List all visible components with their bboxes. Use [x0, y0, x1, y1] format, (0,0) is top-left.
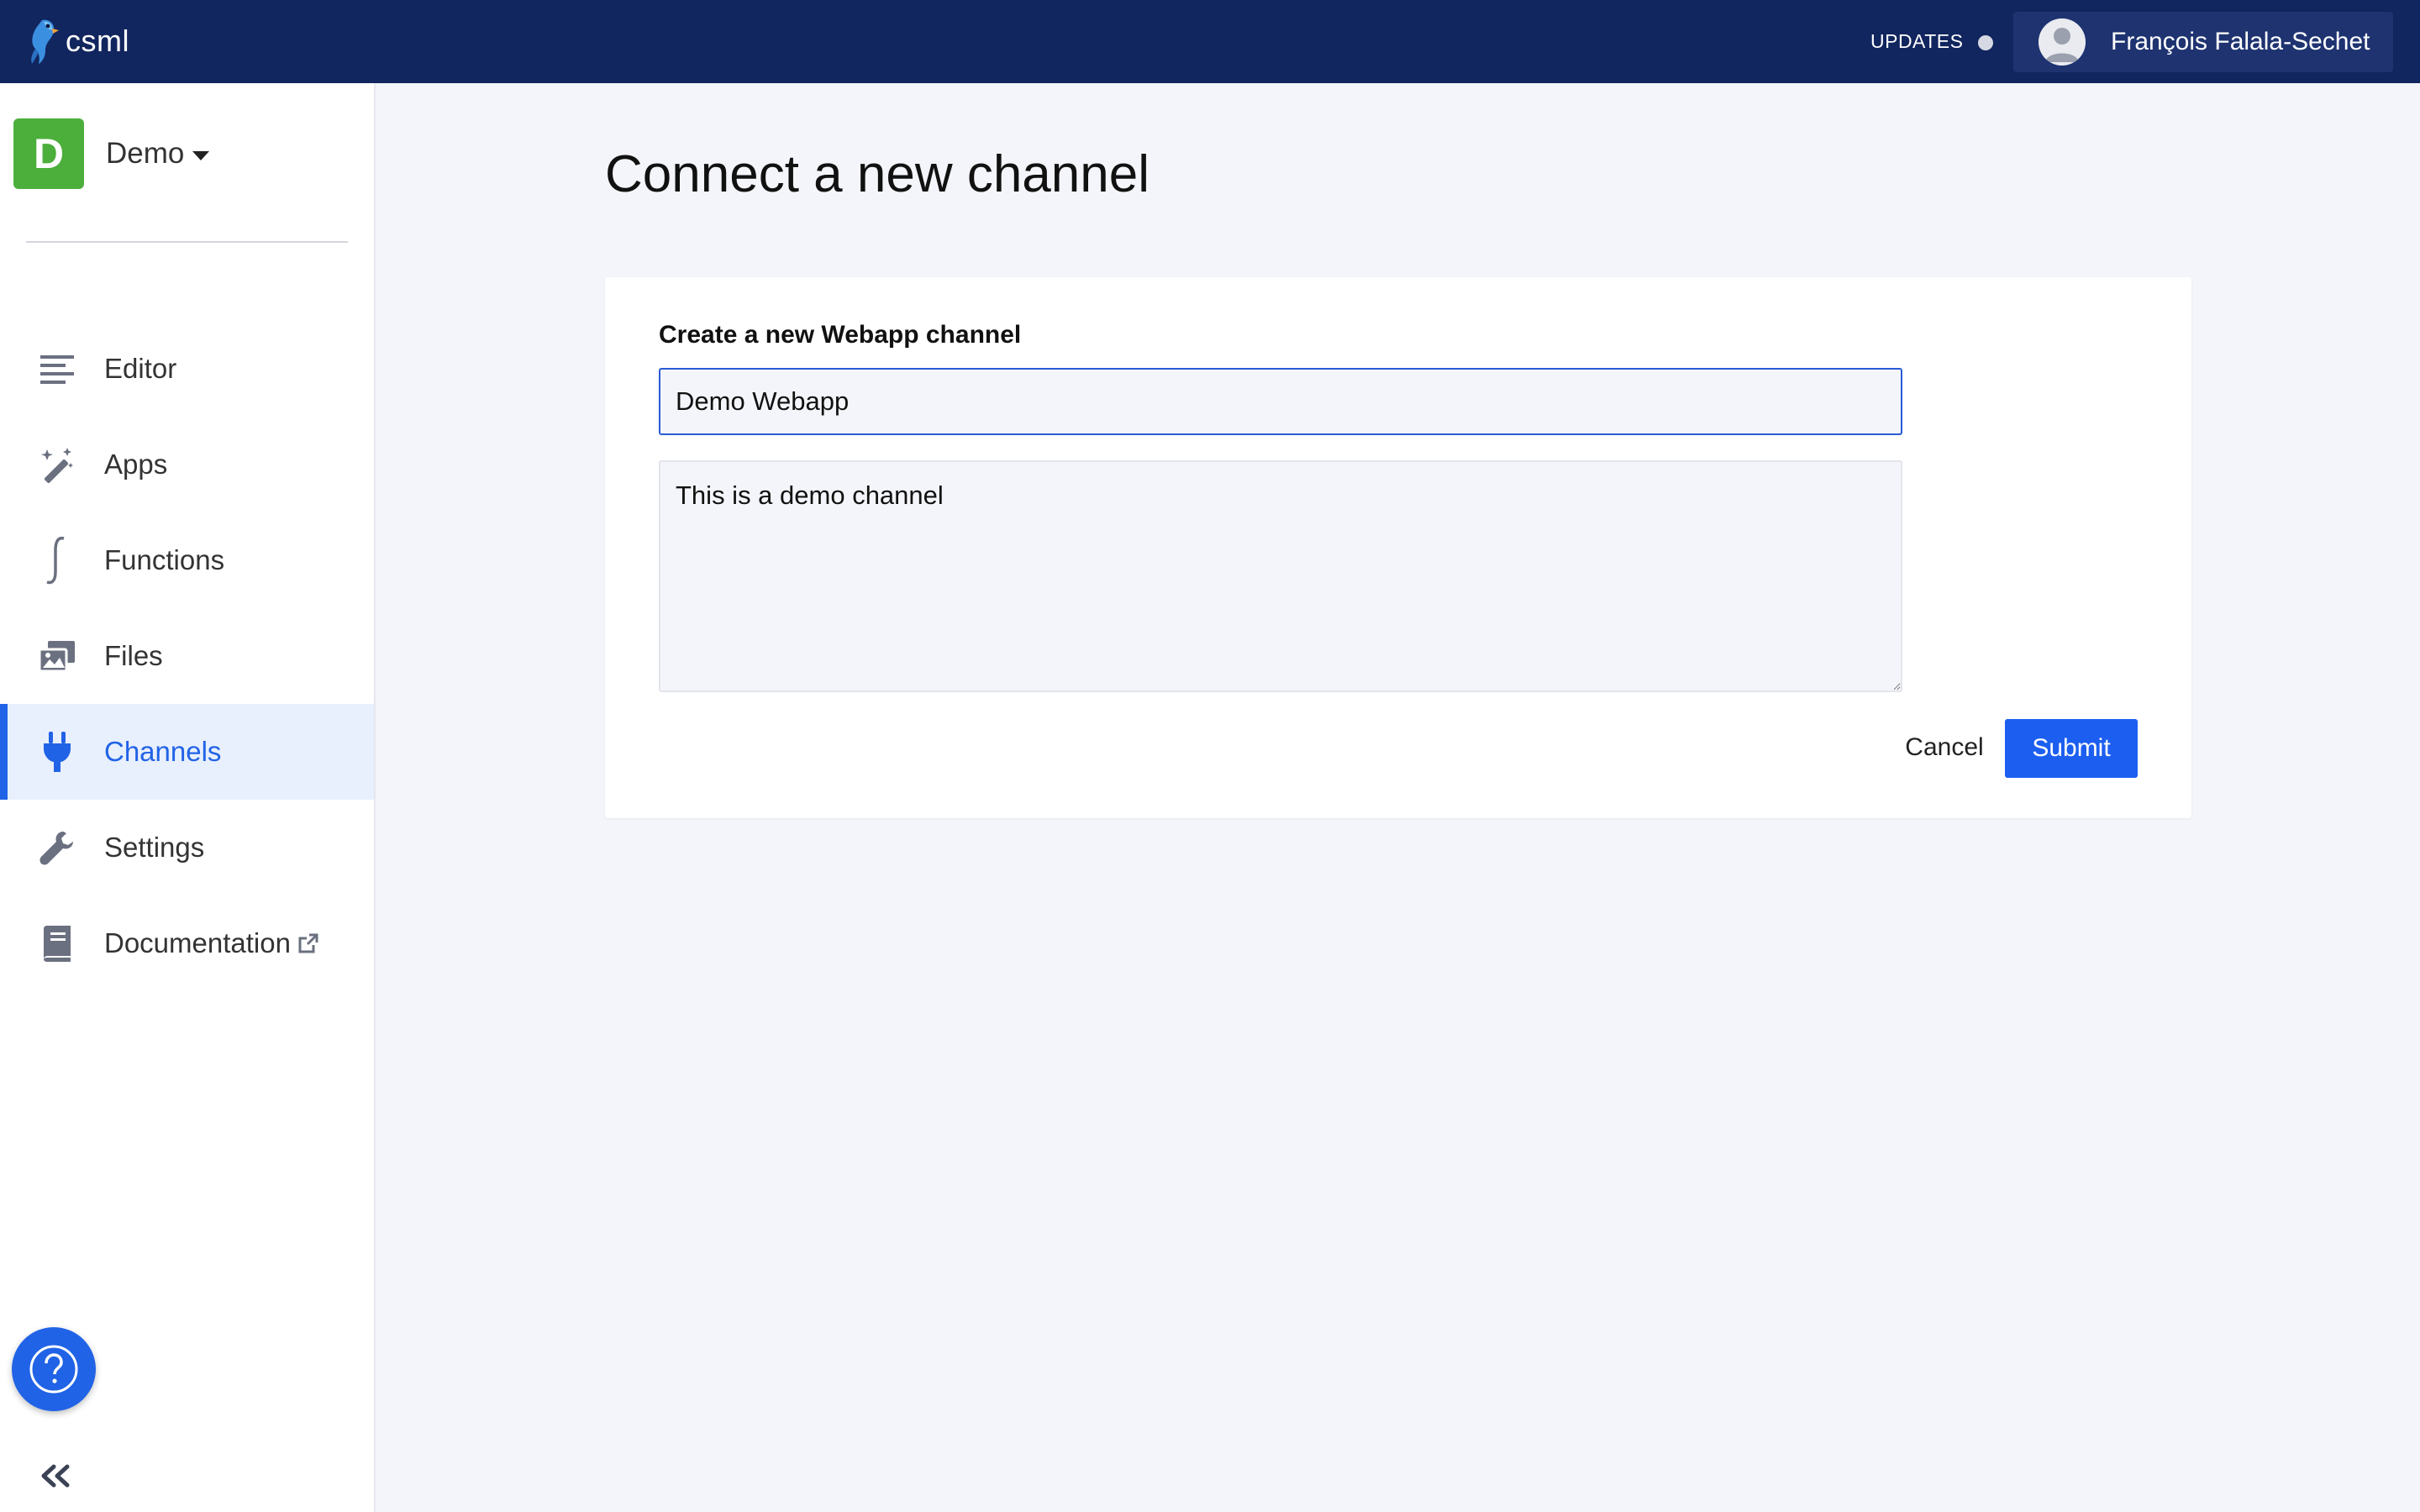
- project-badge: D: [13, 118, 84, 189]
- caret-down-icon: [192, 150, 210, 160]
- user-name: François Falala-Sechet: [2111, 28, 2370, 55]
- new-channel-form-card: Create a new Webapp channel This is a de…: [605, 277, 2191, 818]
- brand-logo-link[interactable]: csml: [24, 17, 129, 66]
- sidebar-divider: [26, 241, 348, 243]
- avatar: [2039, 18, 2086, 66]
- sidebar-item-label: Files: [104, 640, 163, 671]
- sidebar-item-label: Apps: [104, 449, 168, 480]
- project-switcher[interactable]: D Demo: [13, 118, 210, 189]
- sidebar-item-label: Functions: [104, 544, 225, 575]
- editor-lines-icon: [35, 347, 79, 391]
- files-icon: [35, 634, 79, 678]
- page-title: Connect a new channel: [605, 145, 1150, 203]
- updates-link[interactable]: UPDATES: [1870, 30, 1963, 53]
- sidebar-item-label: Documentation: [104, 927, 291, 958]
- sidebar-item-apps[interactable]: Apps: [0, 417, 374, 512]
- sidebar-item-documentation[interactable]: Documentation: [0, 895, 374, 991]
- wrench-icon: [35, 826, 79, 869]
- project-name: Demo: [106, 137, 185, 170]
- user-menu-button[interactable]: François Falala-Sechet: [2013, 12, 2393, 72]
- external-link-icon: [297, 932, 319, 954]
- brand-name: csml: [66, 24, 129, 58]
- sidebar: D Demo Editor Apps Functions Files Chann…: [0, 83, 376, 1512]
- sidebar-item-label: Settings: [104, 832, 205, 863]
- magic-wand-icon: [35, 443, 79, 486]
- help-button[interactable]: [12, 1327, 96, 1411]
- sidebar-item-channels[interactable]: Channels: [0, 704, 374, 800]
- sidebar-item-files[interactable]: Files: [0, 608, 374, 704]
- chevrons-left-icon: [41, 1464, 70, 1488]
- sidebar-nav: Editor Apps Functions Files Channels Set…: [0, 321, 374, 991]
- channel-description-textarea[interactable]: This is a demo channel: [659, 460, 1902, 692]
- cancel-button[interactable]: Cancel: [1894, 719, 1995, 776]
- book-icon: [35, 921, 79, 965]
- sidebar-item-label: Editor: [104, 353, 177, 384]
- top-bar: csml UPDATES François Falala-Sechet: [0, 0, 2420, 83]
- sidebar-item-editor[interactable]: Editor: [0, 321, 374, 417]
- user-silhouette-icon: [2039, 18, 2086, 66]
- sidebar-item-functions[interactable]: Functions: [0, 512, 374, 608]
- sidebar-item-label: Channels: [104, 736, 222, 767]
- form-heading: Create a new Webapp channel: [659, 321, 1022, 349]
- parrot-logo-icon: [31, 19, 59, 64]
- question-mark-icon: [29, 1345, 78, 1394]
- plug-icon: [35, 730, 79, 774]
- updates-status-dot: [1978, 35, 1993, 50]
- submit-button[interactable]: Submit: [2005, 719, 2138, 778]
- channel-name-input[interactable]: [659, 368, 1902, 435]
- sidebar-item-settings[interactable]: Settings: [0, 800, 374, 895]
- function-icon: [35, 536, 79, 585]
- collapse-sidebar-button[interactable]: [37, 1459, 74, 1493]
